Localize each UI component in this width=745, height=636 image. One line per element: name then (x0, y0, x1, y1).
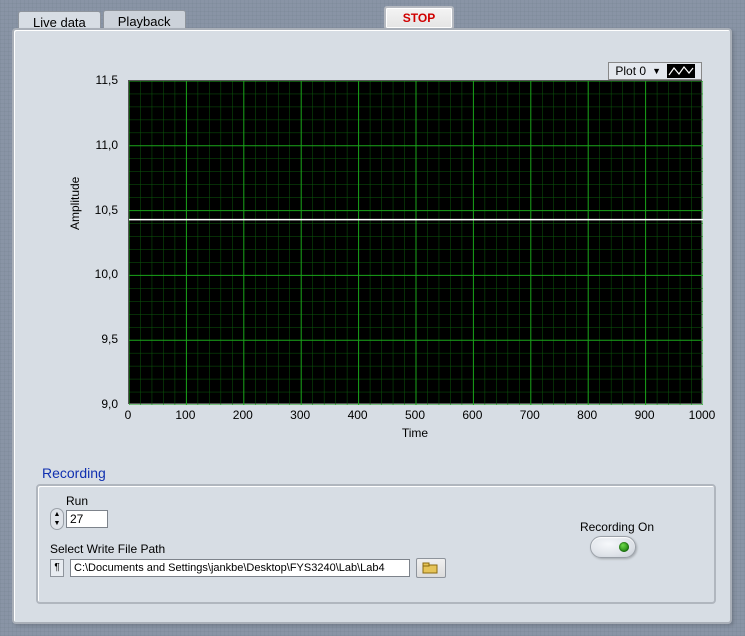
plot-line-swatch (667, 64, 695, 78)
y-tick: 11,0 (96, 138, 118, 152)
chevron-down-icon: ▼ (652, 66, 661, 76)
run-stepper[interactable]: ▲▼ (50, 508, 64, 530)
plot-legend-label: Plot 0 (615, 64, 646, 78)
x-tick: 600 (462, 408, 482, 422)
x-tick: 100 (175, 408, 195, 422)
folder-icon (422, 561, 440, 575)
browse-button[interactable] (416, 558, 446, 578)
file-path-input[interactable] (70, 559, 410, 577)
chart: Amplitude 9,09,510,010,511,011,5 0100200… (50, 80, 710, 468)
x-tick: 700 (520, 408, 540, 422)
run-input[interactable] (66, 510, 108, 528)
y-tick: 9,0 (101, 397, 118, 411)
plot-legend[interactable]: Plot 0 ▼ (608, 62, 702, 80)
recording-title: Recording (42, 465, 106, 481)
x-tick: 900 (635, 408, 655, 422)
recording-panel: Run ▲▼ Select Write File Path ¶ Recordin… (36, 484, 716, 604)
x-tick: 300 (290, 408, 310, 422)
y-tick: 10,5 (95, 203, 118, 217)
x-tick: 0 (125, 408, 132, 422)
x-tick: 400 (348, 408, 368, 422)
plot-area (128, 80, 702, 404)
x-axis-label: Time (128, 426, 702, 440)
path-type-icon: ¶ (50, 559, 64, 577)
recording-on-toggle[interactable] (590, 536, 636, 558)
recording-on-label: Recording On (580, 520, 654, 534)
y-tick: 10,0 (95, 267, 118, 281)
tab-panel: Plot 0 ▼ Amplitude 9,0 9,5 10,0 10,5 11,0 11,… (12, 28, 732, 624)
y-axis-label: Amplitude (68, 177, 82, 230)
file-path-label: Select Write File Path (50, 542, 165, 556)
x-tick: 500 (405, 408, 425, 422)
x-tick: 1000 (689, 408, 716, 422)
stop-button[interactable]: STOP (384, 6, 454, 30)
run-label: Run (66, 494, 88, 508)
y-tick: 11,5 (96, 73, 118, 87)
y-tick: 9,5 (101, 332, 118, 346)
x-tick: 800 (577, 408, 597, 422)
x-tick: 200 (233, 408, 253, 422)
